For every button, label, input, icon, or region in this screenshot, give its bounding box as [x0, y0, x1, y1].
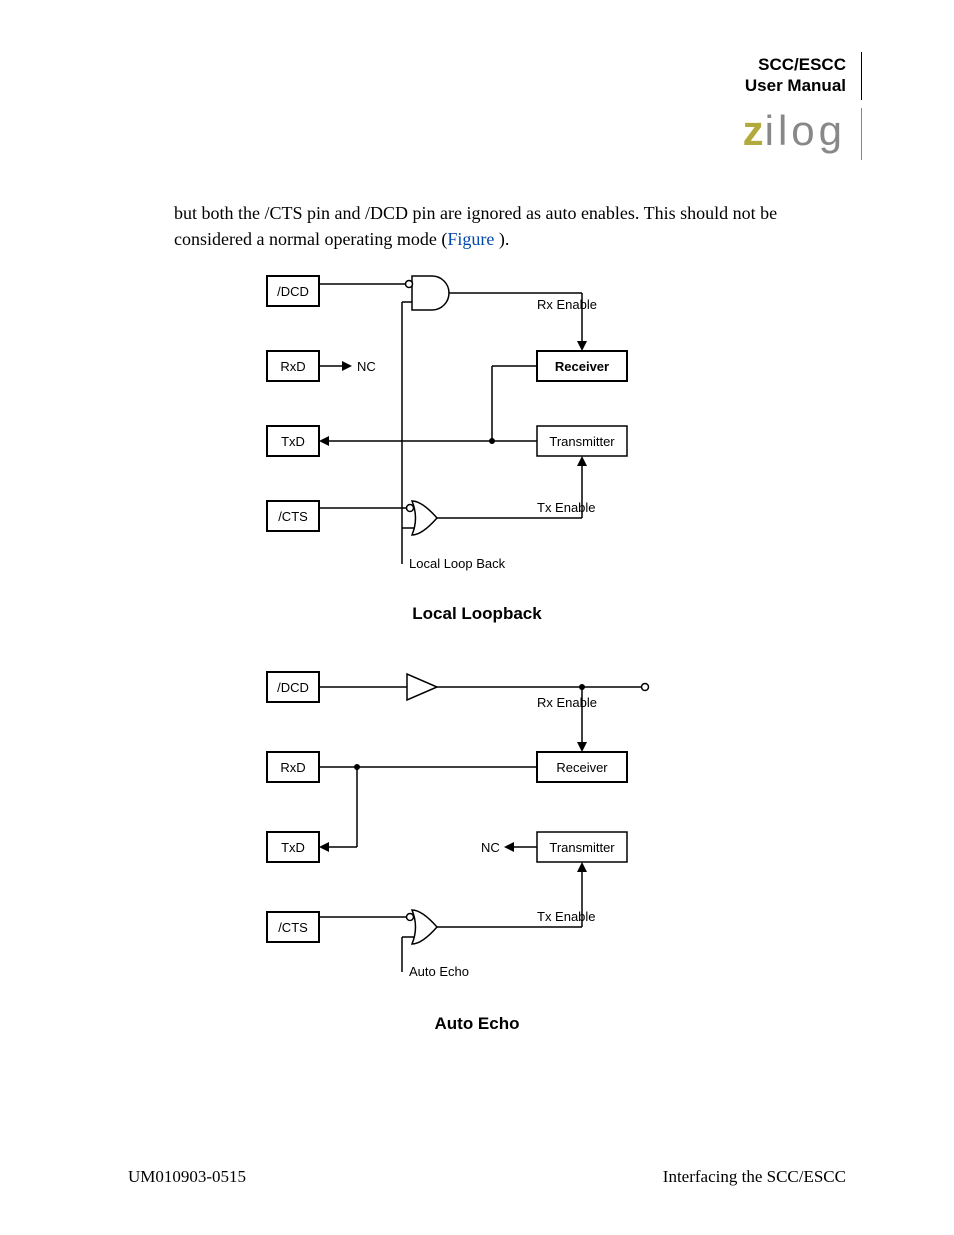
figure-link[interactable]: Figure — [447, 229, 499, 249]
label2-rxd: RxD — [280, 760, 305, 775]
logo-ilog: ilog — [765, 107, 846, 154]
label-txenable: Tx Enable — [537, 500, 596, 515]
label2-dcd: /DCD — [277, 680, 309, 695]
footer-docnum: UM010903-0515 — [128, 1167, 246, 1187]
label-txd: TxD — [281, 434, 305, 449]
caption-auto-echo: Auto Echo — [0, 1014, 954, 1034]
diagram-auto-echo: /DCD RxD TxD /CTS Receiver Transmitter R… — [247, 652, 707, 992]
label-rxenable: Rx Enable — [537, 297, 597, 312]
diagram-local-loopback: /DCD RxD TxD /CTS Receiver Transmitter L… — [247, 256, 707, 586]
label-rxd: RxD — [280, 359, 305, 374]
doc-title-line1: SCC/ESCC — [743, 54, 846, 75]
label2-nc: NC — [481, 840, 500, 855]
zilog-logo: zilog — [743, 107, 846, 155]
label-cts: /CTS — [278, 509, 308, 524]
label2-transmitter: Transmitter — [549, 840, 615, 855]
label-loopback-in: Local Loop Back — [409, 556, 506, 571]
logo-z: z — [743, 107, 765, 154]
doc-title-line2: User Manual — [743, 75, 846, 96]
figure-area: /DCD RxD TxD /CTS Receiver Transmitter L… — [0, 256, 954, 1034]
label2-txd: TxD — [281, 840, 305, 855]
label-transmitter: Transmitter — [549, 434, 615, 449]
logo-rule — [861, 108, 862, 160]
label-nc: NC — [357, 359, 376, 374]
page-footer: UM010903-0515 Interfacing the SCC/ESCC — [128, 1167, 846, 1187]
footer-section: Interfacing the SCC/ESCC — [663, 1167, 846, 1187]
header-rule — [861, 52, 862, 100]
label2-txenable: Tx Enable — [537, 909, 596, 924]
body-paragraph: but both the /CTS pin and /DCD pin are i… — [174, 200, 844, 252]
caption-local-loopback: Local Loopback — [0, 604, 954, 624]
label2-cts: /CTS — [278, 920, 308, 935]
label2-receiver: Receiver — [556, 760, 608, 775]
paragraph-post: ). — [499, 229, 510, 249]
label2-rxenable: Rx Enable — [537, 695, 597, 710]
label-dcd: /DCD — [277, 284, 309, 299]
page-header: SCC/ESCC User Manual zilog — [743, 54, 846, 155]
label2-autoecho-in: Auto Echo — [409, 964, 469, 979]
label-receiver: Receiver — [555, 359, 609, 374]
